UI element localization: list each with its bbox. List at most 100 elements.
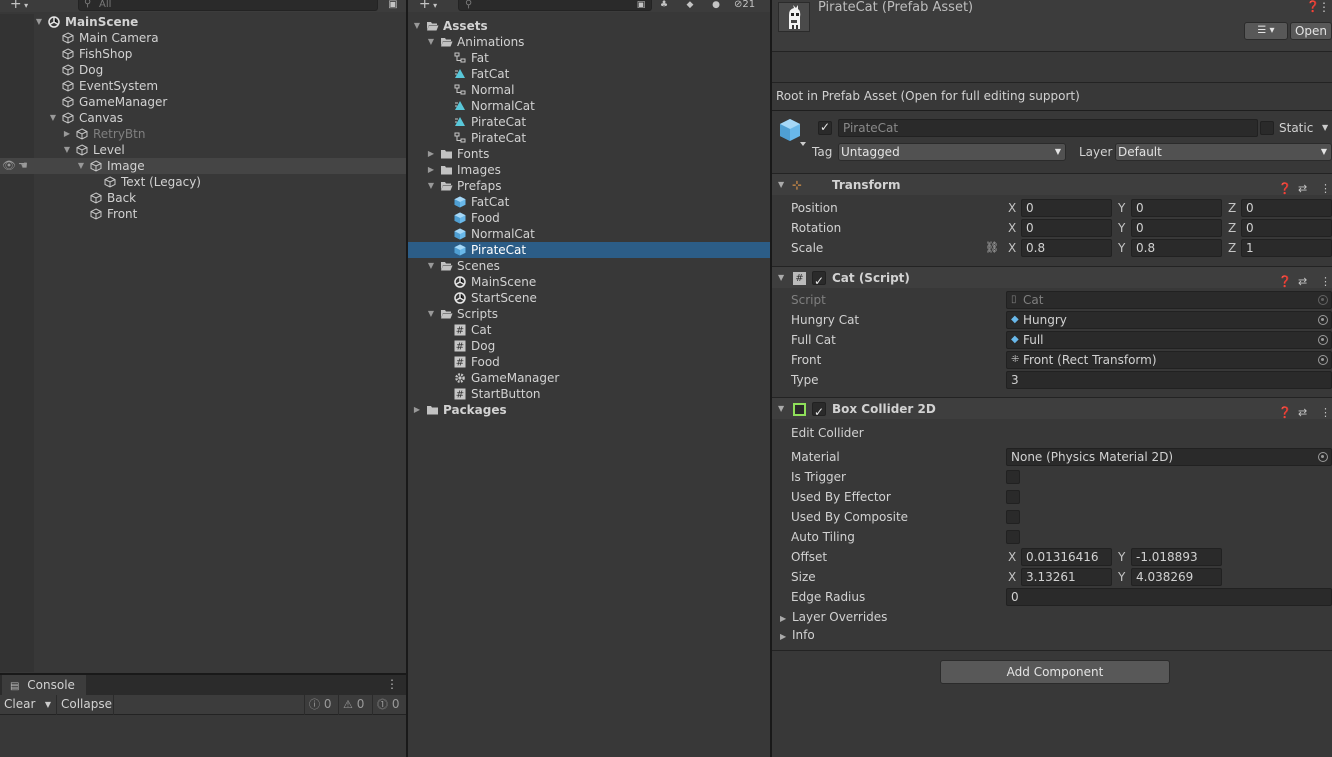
fold-arrow-icon[interactable]: ▼ (426, 258, 436, 274)
gameobject-icon[interactable] (778, 116, 808, 146)
expand-arrow-icon[interactable]: ▶ (426, 162, 436, 178)
fold-arrow-icon[interactable]: ▼ (76, 158, 86, 174)
axis-z-label[interactable]: Z (1228, 219, 1236, 237)
create-button[interactable]: + ▾ (6, 0, 32, 11)
open-prefab-button[interactable]: Open (1290, 22, 1332, 40)
fold-arrow-icon[interactable]: ▼ (426, 178, 436, 194)
collapse-button[interactable]: Collapse (56, 695, 114, 715)
project-item[interactable]: # StartButton (408, 386, 770, 402)
hierarchy-item[interactable]: Front (0, 206, 406, 222)
static-toggle[interactable] (1260, 121, 1274, 135)
axis-z-label[interactable]: Z (1228, 199, 1236, 217)
visibility-eye-icon[interactable]: 👁 (2, 158, 16, 174)
position-x-field[interactable]: 0 (1021, 199, 1112, 217)
auto-tiling-checkbox[interactable] (1006, 530, 1020, 544)
axis-y-label[interactable]: Y (1118, 239, 1125, 257)
component-presets-icon[interactable]: ⇄ (1298, 178, 1307, 200)
project-item[interactable]: PirateCat (408, 242, 770, 258)
fold-arrow-icon[interactable]: ▼ (426, 34, 436, 50)
project-item[interactable]: ▶ Fonts (408, 146, 770, 162)
component-help-icon[interactable]: ❓ (1278, 402, 1292, 424)
type-field[interactable]: 3 (1006, 371, 1332, 389)
expand-arrow-icon[interactable]: ▶ (426, 146, 436, 162)
object-picker-icon[interactable] (1318, 452, 1328, 462)
warning-toggle[interactable]: ⚠ 0 (338, 695, 372, 715)
project-item[interactable]: GameManager (408, 370, 770, 386)
offset-x-field[interactable]: 0.01316416 (1021, 548, 1112, 566)
scale-x-field[interactable]: 0.8 (1021, 239, 1112, 257)
material-field[interactable]: None (Physics Material 2D) (1006, 448, 1332, 466)
component-presets-icon[interactable]: ⇄ (1298, 271, 1307, 293)
hierarchy-item[interactable]: ▼ Canvas (0, 110, 406, 126)
component-presets-icon[interactable]: ⇄ (1298, 402, 1307, 424)
fold-arrow-icon[interactable]: ▼ (62, 142, 72, 158)
project-item[interactable]: PirateCat (408, 130, 770, 146)
project-item[interactable]: # Dog (408, 338, 770, 354)
rotation-z-field[interactable]: 0 (1241, 219, 1332, 237)
console-tab[interactable]: ▤ Console (2, 675, 86, 695)
component-help-icon[interactable]: ❓ (1278, 271, 1292, 293)
object-picker-icon[interactable] (1318, 315, 1328, 325)
project-item[interactable]: Fat (408, 50, 770, 66)
box-collider-enabled-toggle[interactable] (812, 401, 826, 423)
hierarchy-search-input[interactable]: ⚲ All (78, 0, 378, 11)
edge-radius-field[interactable]: 0 (1006, 588, 1332, 606)
project-item[interactable]: ▼ Prefaps (408, 178, 770, 194)
log-toggle[interactable]: ⓘ 0 (304, 695, 338, 715)
component-menu-icon[interactable]: ⋮ (1320, 271, 1331, 293)
hierarchy-item[interactable]: Text (Legacy) (0, 174, 406, 190)
box-collider-header[interactable]: ▼ Box Collider 2D ❓ ⇄ ⋮ (772, 397, 1332, 423)
hierarchy-item[interactable]: EventSystem (0, 78, 406, 94)
axis-z-label[interactable]: Z (1228, 239, 1236, 257)
axis-x-label[interactable]: X (1008, 199, 1016, 217)
tag-dropdown[interactable]: Untagged ▼ (838, 143, 1066, 161)
log-filter-icon[interactable]: ● (708, 0, 724, 11)
axis-y-label[interactable]: Y (1118, 219, 1125, 237)
project-item[interactable]: NormalCat (408, 98, 770, 114)
size-x-field[interactable]: 3.13261 (1021, 568, 1112, 586)
project-item[interactable]: ▼ Assets (408, 18, 770, 34)
search-by-type-icon[interactable]: ▣ (634, 0, 648, 11)
hierarchy-item[interactable]: Back (0, 190, 406, 206)
project-item[interactable]: NormalCat (408, 226, 770, 242)
hierarchy-item[interactable]: GameManager (0, 94, 406, 110)
rotation-y-field[interactable]: 0 (1131, 219, 1222, 237)
fold-arrow-icon[interactable]: ▼ (48, 110, 58, 126)
project-search-input[interactable]: ⚲ (458, 0, 652, 11)
add-component-button[interactable]: Add Component (940, 660, 1170, 684)
rotation-x-field[interactable]: 0 (1021, 219, 1112, 237)
project-item[interactable]: PirateCat (408, 114, 770, 130)
object-picker-icon[interactable] (1318, 335, 1328, 345)
search-by-type-filter-icon[interactable]: ♣ (656, 0, 672, 11)
clear-options-dropdown-icon[interactable]: ▼ (40, 695, 56, 715)
edit-collider-button[interactable]: Edit Collider (791, 423, 864, 443)
layer-overrides-foldout[interactable]: ▶ Layer Overrides (780, 608, 887, 626)
component-menu-icon[interactable]: ⋮ (1320, 178, 1331, 200)
project-item[interactable]: StartScene (408, 290, 770, 306)
cat-script-enabled-toggle[interactable] (812, 270, 826, 292)
static-dropdown-icon[interactable]: ▼ (1322, 119, 1328, 137)
prefab-mode-dropdown[interactable]: ☰ ▾ (1244, 22, 1288, 40)
hungry-cat-field[interactable]: ◆ Hungry (1006, 311, 1332, 329)
fold-arrow-icon[interactable]: ▼ (34, 14, 44, 30)
project-item[interactable]: # Food (408, 354, 770, 370)
axis-x-label[interactable]: X (1008, 239, 1016, 257)
project-item[interactable]: ▶ Images (408, 162, 770, 178)
project-item[interactable]: ▼ Animations (408, 34, 770, 50)
pickable-hand-icon[interactable]: ☚ (18, 158, 28, 174)
cat-script-header[interactable]: ▼ # Cat (Script) ❓ ⇄ ⋮ (772, 266, 1332, 292)
hierarchy-item[interactable]: ▼ Level (0, 142, 406, 158)
inspector-menu-icon[interactable]: ⋮ (1318, 0, 1330, 14)
is-trigger-checkbox[interactable] (1006, 470, 1020, 484)
hierarchy-item[interactable]: FishShop (0, 46, 406, 62)
project-item[interactable]: # Cat (408, 322, 770, 338)
expand-arrow-icon[interactable]: ▶ (62, 126, 72, 142)
position-y-field[interactable]: 0 (1131, 199, 1222, 217)
gameobject-name-field[interactable]: PirateCat (838, 119, 1258, 137)
front-field[interactable]: ⁜ Front (Rect Transform) (1006, 351, 1332, 369)
info-foldout[interactable]: ▶ Info (780, 626, 815, 644)
project-create-button[interactable]: + ▾ (414, 0, 442, 11)
project-item[interactable]: Food (408, 210, 770, 226)
axis-x-label[interactable]: X (1008, 219, 1016, 237)
position-z-field[interactable]: 0 (1241, 199, 1332, 217)
